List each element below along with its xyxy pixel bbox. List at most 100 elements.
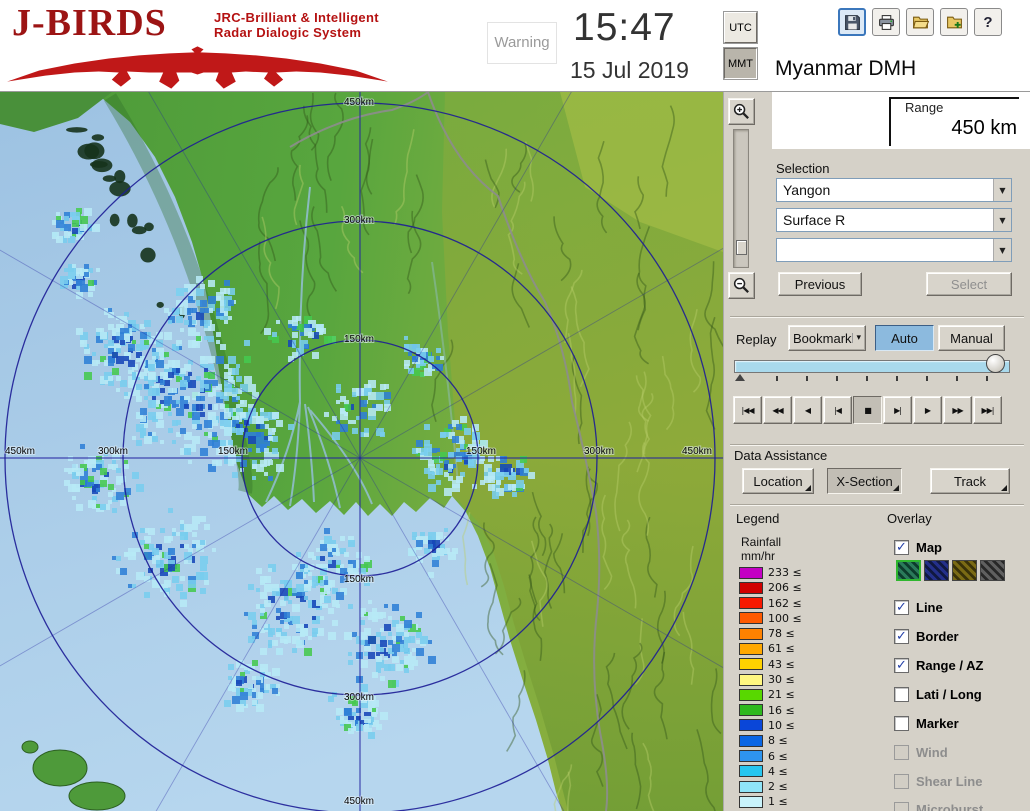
chevron-down-icon[interactable]: ▼ (993, 239, 1011, 261)
overlay-item-label: Lati / Long (916, 686, 982, 702)
print-button[interactable] (872, 8, 900, 36)
replay-slider[interactable] (734, 360, 1010, 373)
range-ring-label: 150km (344, 334, 374, 345)
utc-button[interactable]: UTC (724, 12, 757, 43)
legend-value: 43 ≤ (768, 657, 795, 671)
skip-end-button[interactable]: ▶▶| (973, 396, 1002, 424)
map-style-swatch[interactable] (980, 560, 1005, 581)
map-style-swatches (896, 560, 1005, 581)
overlay-item-label: Border (916, 628, 959, 644)
map-style-swatch[interactable] (924, 560, 949, 581)
legend-row: 4 ≤ (739, 765, 802, 778)
legend-row: 100 ≤ (739, 612, 802, 625)
corner-menu-icon (1001, 485, 1007, 491)
chevron-down-icon[interactable]: ▼ (993, 209, 1011, 231)
legend-color-swatch (739, 765, 763, 778)
zoom-slider-thumb[interactable] (735, 240, 747, 255)
overlay-item-line[interactable]: ✓ Line (894, 598, 943, 616)
slider-tick (986, 376, 988, 381)
extra-select[interactable]: ▼ (776, 238, 1012, 262)
legend-color-swatch (739, 688, 763, 701)
range-ring-label: 300km (584, 446, 614, 457)
overlay-item-label: Line (916, 599, 943, 615)
legend-row: 8 ≤ (739, 734, 802, 747)
map-style-swatch[interactable] (952, 560, 977, 581)
step-back-button[interactable]: |◀ (823, 396, 852, 424)
skip-start-button[interactable]: |◀◀ (733, 396, 762, 424)
track-button[interactable]: Track (930, 468, 1010, 494)
selection-label: Selection (776, 161, 830, 176)
replay-slider-thumb[interactable] (986, 354, 1005, 373)
select-button[interactable]: Select (926, 272, 1012, 296)
radar-map[interactable]: 450km 300km 150km 150km 300km 450km 450km 300km… (0, 92, 723, 811)
help-button[interactable]: ? (974, 8, 1002, 36)
replay-label: Replay (736, 332, 777, 347)
checkbox[interactable]: ✓ (894, 599, 909, 615)
zoom-in-icon (733, 103, 749, 119)
overlay-item-marker[interactable]: Marker (894, 714, 959, 732)
site-select[interactable]: Yangon ▼ (776, 178, 1012, 202)
checkbox[interactable]: ✓ (894, 539, 909, 555)
overlay-item-range-az[interactable]: ✓ Range / AZ (894, 656, 983, 674)
checkbox[interactable]: ✓ (894, 628, 909, 644)
slider-tick (896, 376, 898, 381)
open-button[interactable] (906, 8, 934, 36)
slider-tick (926, 376, 928, 381)
save-button[interactable] (838, 8, 866, 36)
auto-button[interactable]: Auto (875, 325, 934, 351)
legend-value: 162 ≤ (768, 596, 802, 610)
print-icon (878, 14, 894, 30)
play-button[interactable]: ▶ (913, 396, 942, 424)
control-panel: Range 450 km Selection Yangon ▼ Surface … (723, 92, 1030, 811)
legend-value: 30 ≤ (768, 673, 795, 687)
legend-color-swatch (739, 597, 763, 610)
legend-row: 78 ≤ (739, 627, 802, 640)
export-button[interactable] (940, 8, 968, 36)
overlay-item-lati-long[interactable]: Lati / Long (894, 685, 982, 703)
overlay-item-map[interactable]: ✓ Map (894, 538, 942, 556)
map-style-swatch[interactable] (896, 560, 921, 581)
rewind-button[interactable]: ◀ (793, 396, 822, 424)
range-ring-label: 450km (682, 446, 712, 457)
overlay-label: Overlay (887, 511, 932, 526)
overlay-item-border[interactable]: ✓ Border (894, 627, 959, 645)
fast-rewind-button[interactable]: ◀◀ (763, 396, 792, 424)
slider-tick (836, 376, 838, 381)
warning-indicator: Warning (487, 22, 557, 64)
data-assistance-label: Data Assistance (734, 448, 828, 463)
overlay-item-wind: Wind (894, 743, 948, 761)
bookmark-label: Bookmark (793, 330, 852, 346)
divider (730, 504, 1024, 506)
rainfall-legend: 233 ≤ 206 ≤162 ≤100 ≤ 78 ≤61 ≤43 ≤ 30 ≤21 ≤… (739, 566, 802, 811)
step-forward-button[interactable]: ▶| (883, 396, 912, 424)
fast-forward-button[interactable]: ▶▶ (943, 396, 972, 424)
app-logo-title: J-BIRDS (12, 2, 167, 44)
corner-menu-icon (805, 485, 811, 491)
overlay-item-label: Shear Line (916, 773, 983, 789)
manual-button[interactable]: Manual (938, 325, 1005, 351)
stop-button[interactable]: ■ (853, 396, 882, 424)
overlay-item-label: Map (916, 539, 942, 555)
mmt-button[interactable]: MMT (724, 48, 757, 79)
zoom-out-button[interactable] (728, 272, 755, 299)
legend-row: 61 ≤ (739, 642, 802, 655)
x-section-button[interactable]: X-Section (827, 468, 902, 494)
folder-plus-icon (946, 16, 962, 28)
legend-value: 61 ≤ (768, 642, 795, 656)
logo-subtitle-line2: Radar Dialogic System (214, 25, 362, 40)
checkbox[interactable] (894, 686, 909, 702)
chevron-down-icon[interactable]: ▼ (993, 179, 1011, 201)
zoom-slider[interactable] (733, 129, 749, 268)
checkbox[interactable] (894, 715, 909, 731)
previous-button[interactable]: Previous (778, 272, 862, 296)
zoom-in-button[interactable] (728, 98, 755, 125)
corner-menu-icon (893, 485, 899, 491)
location-button[interactable]: Location (742, 468, 814, 494)
checkbox[interactable]: ✓ (894, 657, 909, 673)
legend-row: 6 ≤ (739, 750, 802, 763)
product-select[interactable]: Surface R ▼ (776, 208, 1012, 232)
bookmark-button[interactable]: Bookmark ▾ (788, 325, 866, 351)
playback-controls: |◀◀ ◀◀ ◀ |◀ ■ ▶| ▶ ▶▶ ▶▶| (733, 396, 1002, 424)
legend-row: 43 ≤ (739, 658, 802, 671)
legend-row: 16 ≤ (739, 704, 802, 717)
